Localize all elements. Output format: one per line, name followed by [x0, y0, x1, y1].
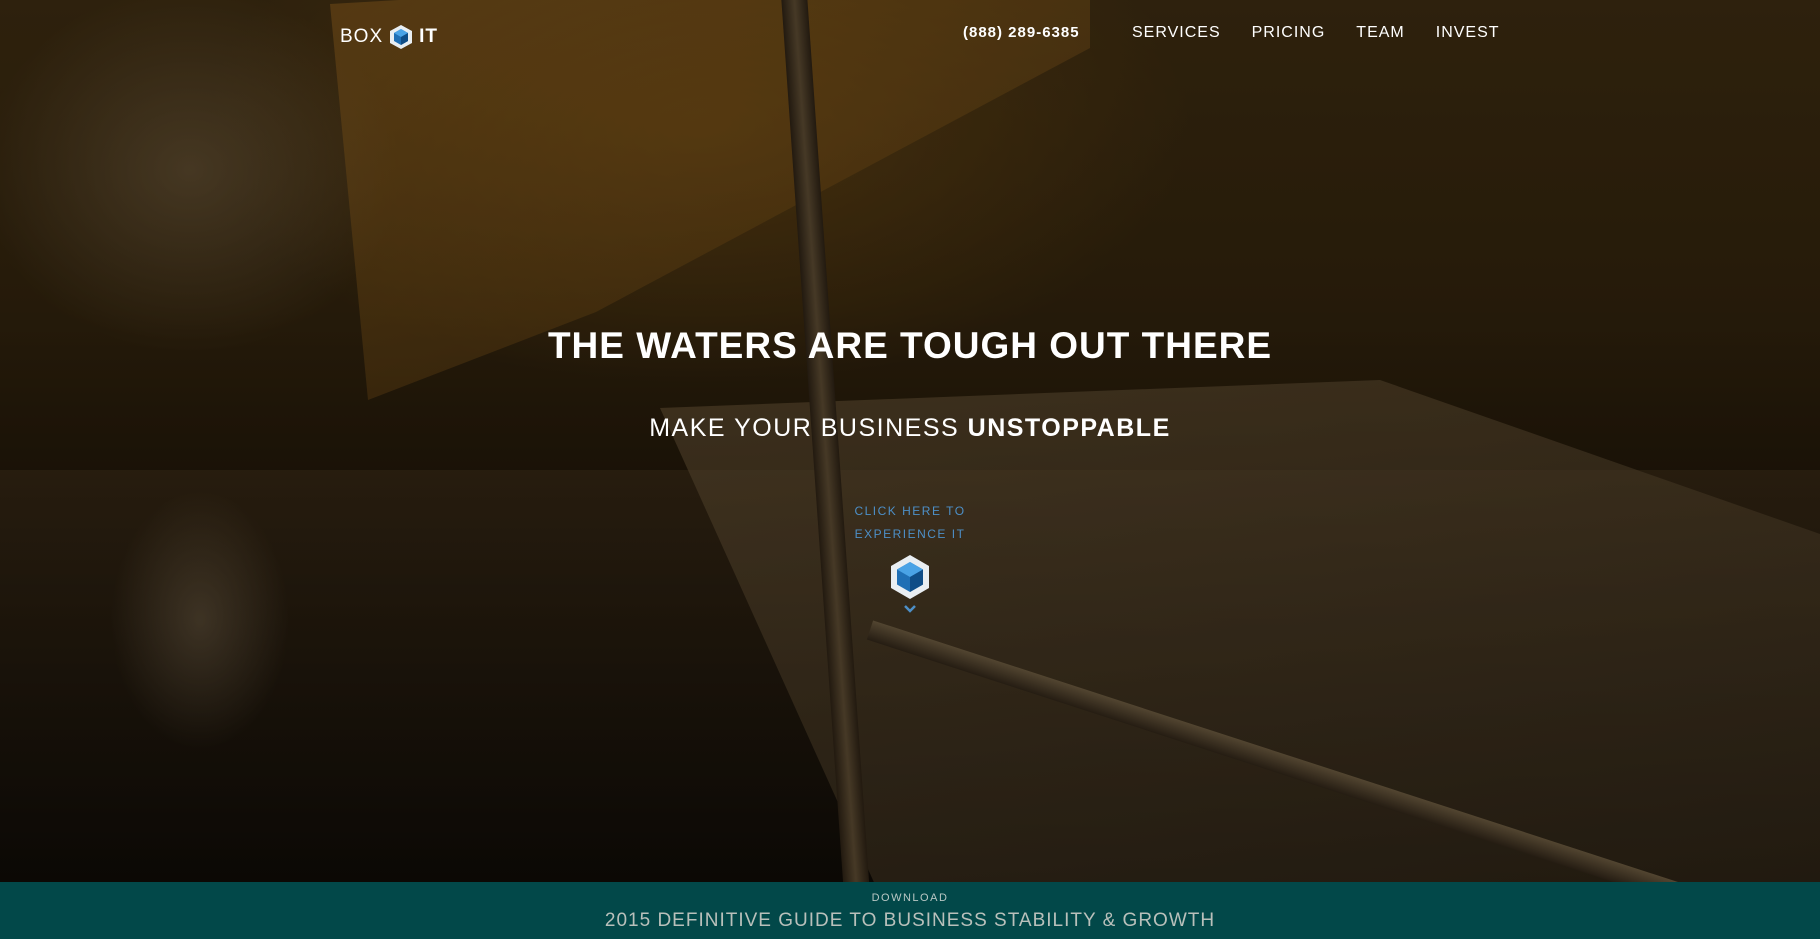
hero-subline: MAKE YOUR BUSINESS UNSTOPPABLE — [0, 414, 1820, 443]
download-guide-banner[interactable]: DOWNLOAD 2015 DEFINITIVE GUIDE TO BUSINE… — [0, 882, 1820, 939]
cta-line2: EXPERIENCE IT — [854, 527, 966, 541]
nav-pricing[interactable]: PRICING — [1252, 24, 1326, 42]
nav-services[interactable]: SERVICES — [1132, 24, 1221, 42]
phone-number[interactable]: (888) 289-6385 — [963, 24, 1080, 41]
hero-subline-regular: MAKE YOUR BUSINESS — [649, 414, 968, 442]
logo-word-it: IT — [419, 26, 439, 47]
nav-invest[interactable]: INVEST — [1436, 24, 1500, 42]
logo-word-box: BOX — [340, 26, 384, 47]
hero-section: BOX IT (888) 289-6385 SERVICES PRICING T… — [0, 0, 1820, 882]
hero-subline-bold: UNSTOPPABLE — [967, 414, 1171, 442]
logo-link[interactable]: BOX IT — [340, 24, 438, 50]
main-nav: SERVICES PRICING TEAM INVEST — [1132, 24, 1500, 42]
banner-guide-title: 2015 DEFINITIVE GUIDE TO BUSINESS STABIL… — [604, 910, 1216, 931]
nav-team[interactable]: TEAM — [1356, 24, 1404, 42]
chevron-down-icon — [904, 605, 916, 613]
cta-line1: CLICK HERE TO — [854, 504, 966, 518]
hexagon-cube-icon — [891, 555, 929, 599]
banner-download-label: DOWNLOAD — [871, 892, 949, 904]
experience-it-button[interactable]: CLICK HERE TO EXPERIENCE IT — [810, 500, 1010, 614]
hero-headline: THE WATERS ARE TOUGH OUT THERE — [547, 325, 1273, 366]
hexagon-cube-icon — [389, 24, 413, 50]
